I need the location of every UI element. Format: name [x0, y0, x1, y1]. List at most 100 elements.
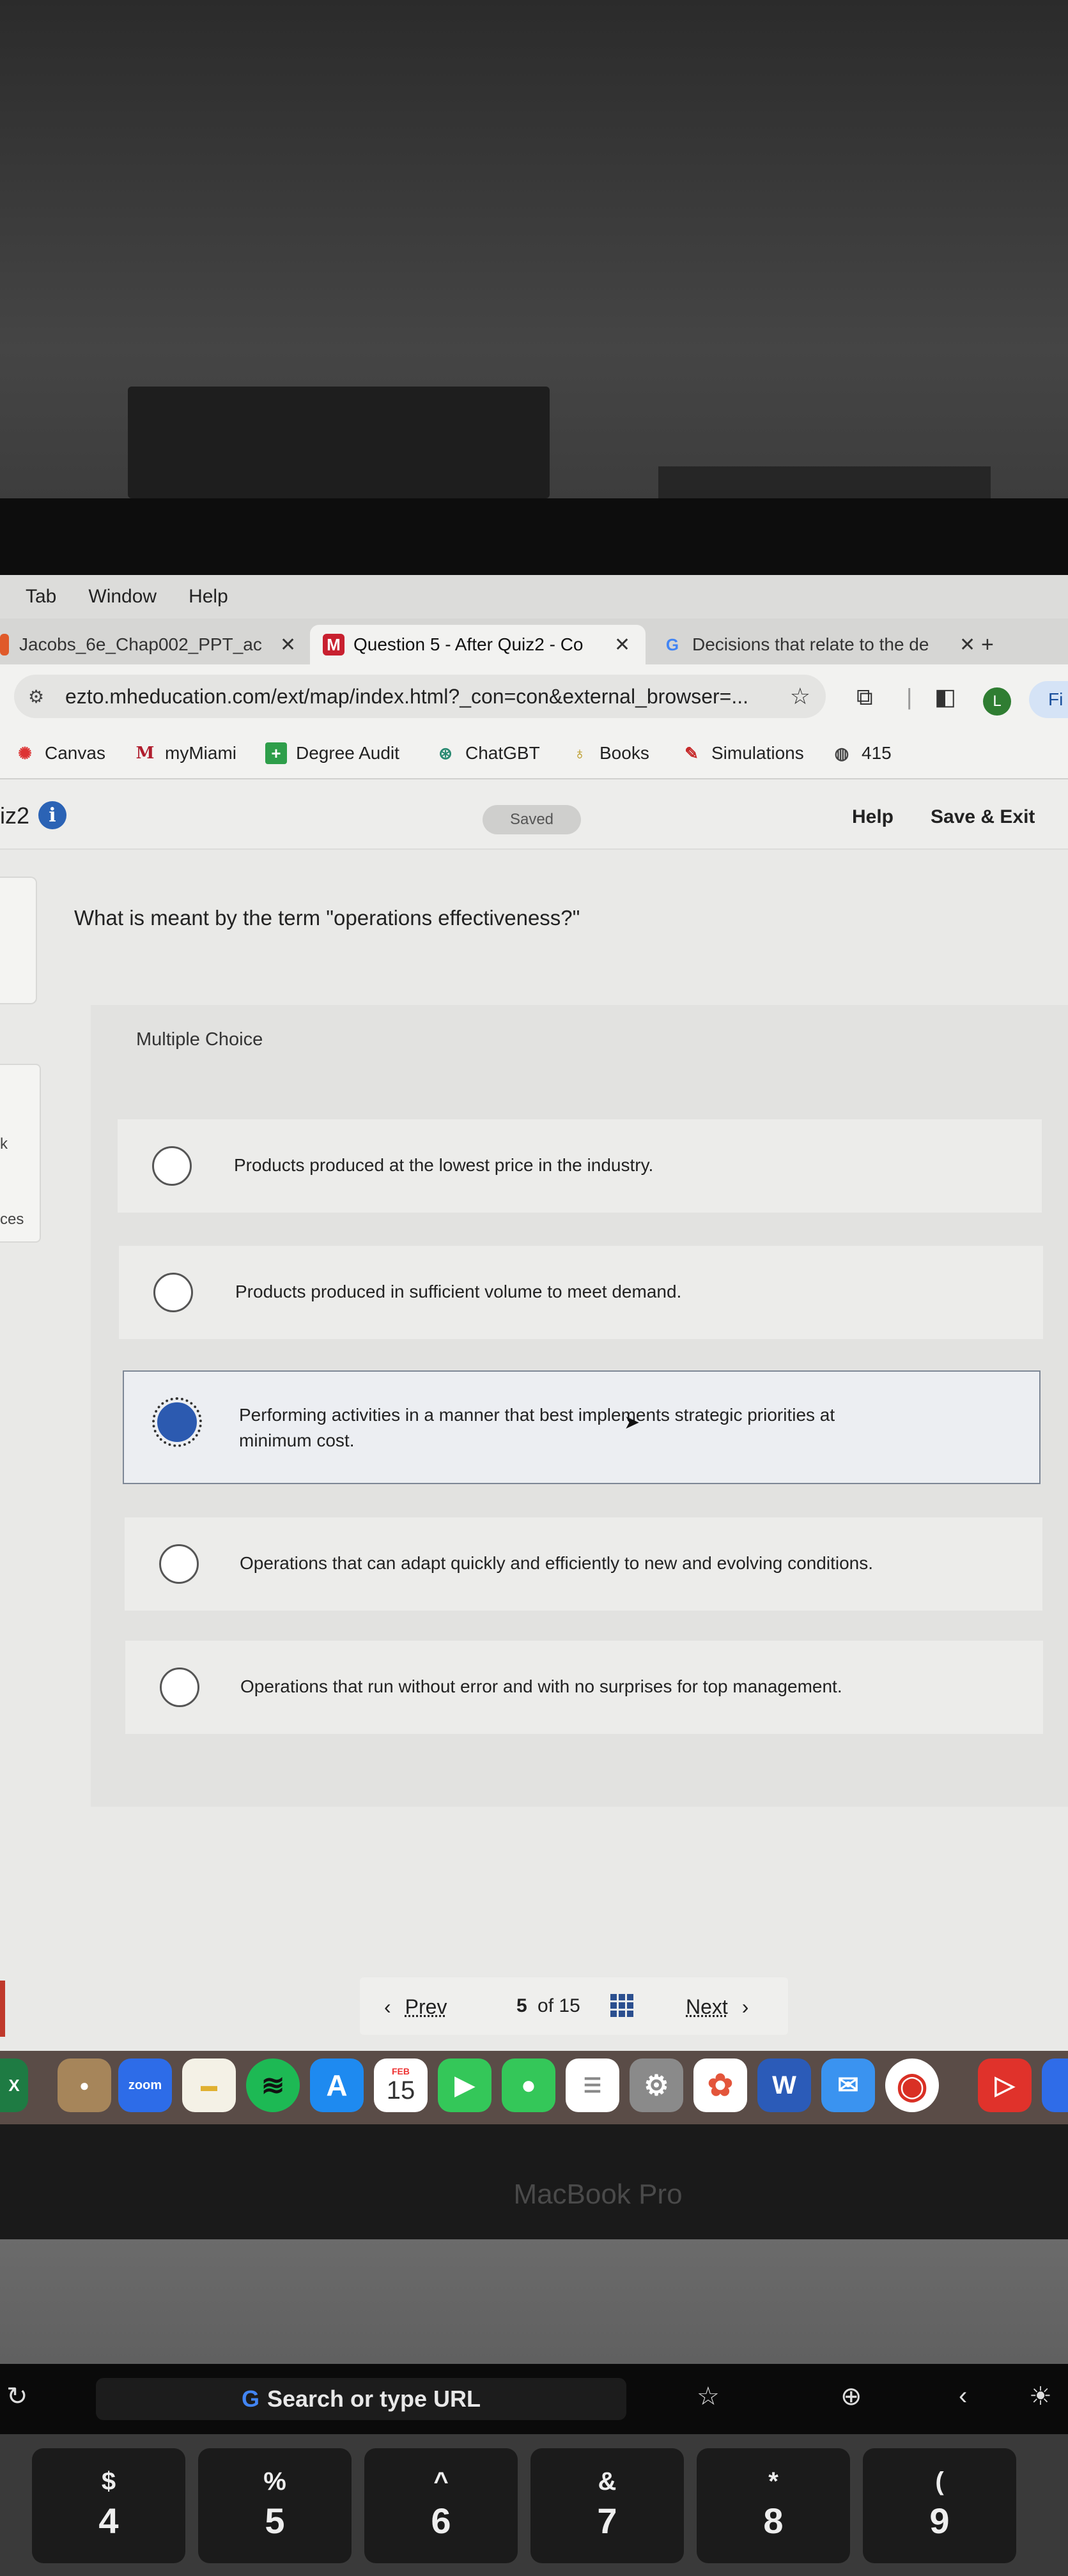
new-tab-icon[interactable]: ⊕: [840, 2382, 862, 2411]
bookmark-star-icon[interactable]: ☆: [790, 683, 810, 710]
chrome-icon[interactable]: ◉: [885, 2058, 939, 2112]
menu-tab[interactable]: Tab: [26, 586, 56, 608]
app-store-icon[interactable]: A: [310, 2058, 364, 2112]
photo-scene: Tab Window Help Jacobs_6e_Chap002_PPT_ac…: [0, 0, 1068, 2576]
key-5[interactable]: % 5: [198, 2448, 352, 2563]
answer-option-5[interactable]: Operations that run without error and wi…: [125, 1641, 1043, 1734]
bookmark-degree-audit[interactable]: + Degree Audit: [265, 742, 399, 764]
next-button[interactable]: Next ›: [686, 1995, 748, 2019]
bookmark-label: Canvas: [45, 743, 105, 763]
url-text: ezto.mheducation.com/ext/map/index.html?…: [65, 684, 749, 708]
key-4[interactable]: $4: [32, 2448, 185, 2563]
page-indicator: 5 of 15: [516, 1995, 580, 2017]
tab-strip: Jacobs_6e_Chap002_PPT_ac ✕ M Question 5 …: [0, 618, 1068, 664]
key-6[interactable]: ^ 6: [364, 2448, 518, 2563]
info-icon[interactable]: i: [38, 801, 66, 829]
key-9[interactable]: (9: [863, 2448, 1016, 2563]
question-type-label: Multiple Choice: [136, 1029, 263, 1050]
background-monitor: [128, 387, 550, 498]
zoom-icon[interactable]: zoom: [118, 2058, 172, 2112]
bookmark-chatgbt[interactable]: ⊛ ChatGBT: [435, 742, 540, 764]
key-8[interactable]: * 8: [697, 2448, 850, 2563]
answer-option-1[interactable]: Products produced at the lowest price in…: [118, 1119, 1042, 1213]
side-tab-top[interactable]: [0, 877, 37, 1004]
answer-option-3-selected[interactable]: Performing activities in a manner that b…: [123, 1370, 1041, 1484]
browser-tab-question[interactable]: M Question 5 - After Quiz2 - Co ✕: [310, 625, 646, 664]
laptop-bezel: [0, 498, 1068, 575]
miami-icon: M: [135, 744, 155, 763]
touchbar-search[interactable]: G Search or type URL: [96, 2378, 626, 2420]
system-settings-icon[interactable]: ⚙: [630, 2058, 683, 2112]
site-settings-icon[interactable]: ⚙: [28, 686, 51, 707]
calendar-icon[interactable]: FEB 15: [374, 2058, 428, 2112]
bookmark-415[interactable]: ◍ 415: [831, 742, 892, 764]
reminders-icon[interactable]: ☰: [566, 2058, 619, 2112]
word-icon[interactable]: W: [757, 2058, 811, 2112]
current-page: 5: [516, 1995, 527, 2016]
excel-icon[interactable]: X: [0, 2058, 28, 2112]
key-7[interactable]: & 7: [530, 2448, 684, 2563]
bookmark-label: Simulations: [711, 743, 804, 763]
side-panel-resources[interactable]: ces: [0, 1211, 24, 1229]
mail-icon[interactable]: ✉: [821, 2058, 875, 2112]
side-panel-icon[interactable]: ◧: [934, 684, 956, 710]
address-bar[interactable]: ⚙ ezto.mheducation.com/ext/map/index.htm…: [14, 675, 826, 718]
option-text: Products produced in sufficient volume t…: [235, 1282, 682, 1301]
chevron-right-icon: ›: [741, 1995, 749, 2018]
messages-icon[interactable]: ●: [502, 2058, 555, 2112]
new-tab-button[interactable]: +: [981, 625, 1007, 664]
bookmark-star-icon[interactable]: ☆: [697, 2382, 720, 2411]
saved-badge: Saved: [483, 805, 581, 834]
radio-button[interactable]: [153, 1273, 193, 1312]
radio-button[interactable]: [159, 1544, 199, 1584]
radio-button-selected[interactable]: [152, 1397, 202, 1447]
side-panel[interactable]: k ces: [0, 1064, 41, 1243]
close-tab-icon[interactable]: ✕: [280, 634, 296, 656]
save-exit-button[interactable]: Save & Exit: [931, 806, 1035, 828]
help-button[interactable]: Help: [852, 806, 894, 828]
pdf-app-icon[interactable]: ▷: [978, 2058, 1032, 2112]
bookmark-canvas[interactable]: ✺ Canvas: [14, 742, 105, 764]
browser-tab-google[interactable]: G Decisions that relate to the de ✕: [655, 625, 978, 664]
browser-tab-slides[interactable]: Jacobs_6e_Chap002_PPT_ac ✕: [0, 625, 300, 664]
spotify-icon[interactable]: ≋: [246, 2058, 300, 2112]
brightness-icon[interactable]: ☀: [1029, 2382, 1052, 2411]
notes-icon[interactable]: ▬: [182, 2058, 236, 2112]
extensions-icon[interactable]: ⧉: [856, 684, 873, 711]
partial-dock-icon[interactable]: [1042, 2058, 1068, 2112]
answer-option-2[interactable]: Products produced in sufficient volume t…: [119, 1246, 1043, 1339]
close-tab-icon[interactable]: ✕: [614, 634, 630, 656]
bookmark-simulations[interactable]: ✎ Simulations: [681, 742, 804, 764]
prev-button[interactable]: ‹ Prev: [384, 1995, 447, 2019]
dock: X ● zoom ▬ ≋ A FEB 15 ▶ ● ☰ ⚙ ✿ W ✉ ◉ ▷: [0, 2051, 1068, 2124]
radio-button[interactable]: [160, 1667, 199, 1707]
finish-update-button[interactable]: Fi: [1029, 681, 1068, 718]
option-text: Operations that can adapt quickly and ef…: [240, 1553, 873, 1573]
photos-icon[interactable]: ✿: [693, 2058, 747, 2112]
reload-icon[interactable]: ↻: [6, 2382, 28, 2411]
tab-title: Decisions that relate to the de: [692, 634, 929, 654]
menu-window[interactable]: Window: [88, 586, 157, 608]
answer-option-4[interactable]: Operations that can adapt quickly and ef…: [125, 1517, 1042, 1611]
tab-title: Question 5 - After Quiz2 - Co: [353, 634, 584, 654]
mouse-cursor-icon: ➤: [624, 1412, 640, 1433]
profile-avatar[interactable]: L: [983, 687, 1011, 716]
option-text: Operations that run without error and wi…: [240, 1676, 842, 1696]
keyboard-row: $4 % 5 ^ 6 & 7 * 8 (9: [0, 2434, 1068, 2576]
close-tab-icon[interactable]: ✕: [959, 634, 975, 656]
total-pages: of 15: [538, 1995, 580, 2016]
mcgraw-hill-icon: M: [323, 634, 344, 656]
menu-help[interactable]: Help: [189, 586, 228, 608]
facetime-icon[interactable]: ▶: [438, 2058, 491, 2112]
question-prompt: What is meant by the term "operations ef…: [74, 906, 580, 930]
option-text: Performing activities in a manner that b…: [239, 1405, 835, 1450]
touch-bar: ↻ G Search or type URL ☆ ⊕ ‹ ☀: [0, 2364, 1068, 2434]
chevron-left-icon[interactable]: ‹: [959, 2382, 967, 2411]
quiz-header: iz2 i Saved Help Save & Exit: [0, 779, 1068, 850]
question-grid-icon[interactable]: [610, 1994, 633, 2017]
contacts-icon[interactable]: ●: [58, 2058, 111, 2112]
radio-button[interactable]: [152, 1146, 192, 1186]
bookmark-mymiami[interactable]: M myMiami: [134, 742, 236, 764]
plus-icon: +: [981, 632, 994, 657]
bookmark-books[interactable]: ♁ Books: [569, 742, 649, 764]
